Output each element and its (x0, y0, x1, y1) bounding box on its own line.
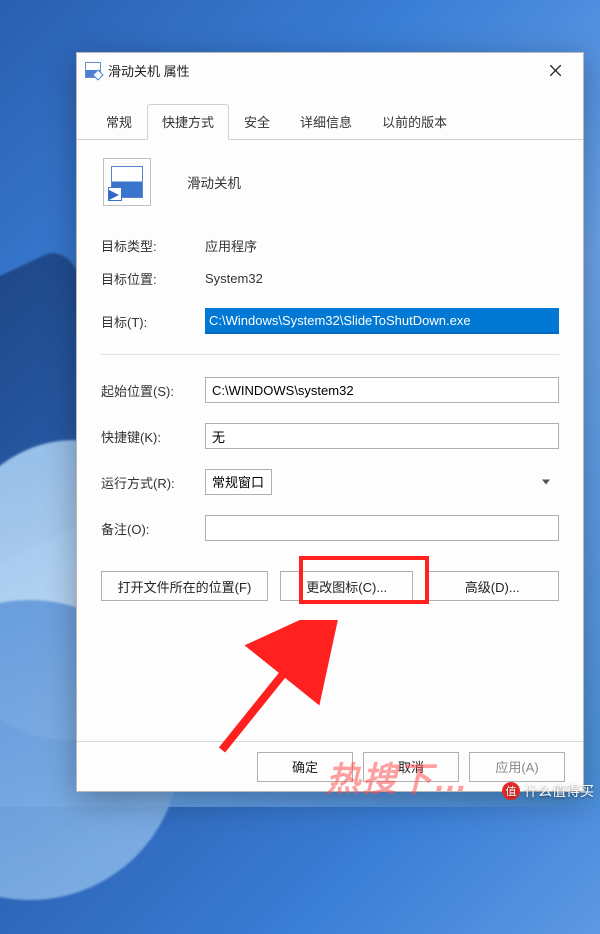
tab-general[interactable]: 常规 (91, 104, 147, 140)
shortcut-icon (85, 62, 101, 78)
icon-name-row: 滑动关机 (103, 158, 559, 206)
label-target-type: 目标类型: (101, 236, 205, 255)
advanced-button[interactable]: 高级(D)... (425, 571, 559, 601)
value-target-type: 应用程序 (205, 236, 257, 255)
apply-button[interactable]: 应用(A) (469, 752, 565, 782)
target-input[interactable] (205, 308, 559, 334)
open-file-location-button[interactable]: 打开文件所在的位置(F) (101, 571, 268, 601)
row-shortcut-key: 快捷键(K): (101, 423, 559, 449)
row-target-type: 目标类型: 应用程序 (101, 236, 559, 255)
smzdm-badge-icon: 值 (502, 782, 520, 800)
tab-previous-versions[interactable]: 以前的版本 (367, 104, 462, 140)
watermark-text: 热搜下… (326, 752, 470, 801)
tabstrip: 常规 快捷方式 安全 详细信息 以前的版本 (77, 103, 583, 140)
label-run-mode: 运行方式(R): (101, 473, 205, 492)
row-run-mode: 运行方式(R): 常规窗口 (101, 469, 559, 495)
dialog-title: 滑动关机 属性 (108, 61, 533, 80)
comment-input[interactable] (205, 515, 559, 541)
shortcut-large-icon (103, 158, 151, 206)
label-target: 目标(T): (101, 312, 205, 331)
properties-dialog: 滑动关机 属性 常规 快捷方式 安全 详细信息 以前的版本 滑动关机 目标类型:… (76, 52, 584, 792)
row-target: 目标(T): (101, 308, 559, 334)
change-icon-button[interactable]: 更改图标(C)... (280, 571, 414, 601)
mid-button-row: 打开文件所在的位置(F) 更改图标(C)... 高级(D)... (101, 571, 559, 601)
label-shortcut-key: 快捷键(K): (101, 427, 205, 446)
close-button[interactable] (533, 56, 577, 84)
tab-security[interactable]: 安全 (229, 104, 285, 140)
tab-content: 滑动关机 目标类型: 应用程序 目标位置: System32 目标(T): 起始… (77, 140, 583, 621)
row-target-location: 目标位置: System32 (101, 269, 559, 288)
smzdm-text: 什么值得买 (524, 781, 594, 801)
label-start-in: 起始位置(S): (101, 381, 205, 400)
shortcut-name: 滑动关机 (187, 172, 241, 192)
shortcut-key-input[interactable] (205, 423, 559, 449)
row-comment: 备注(O): (101, 515, 559, 541)
run-mode-select[interactable]: 常规窗口 (205, 469, 272, 495)
start-in-input[interactable] (205, 377, 559, 403)
close-icon (550, 65, 561, 76)
label-comment: 备注(O): (101, 519, 205, 538)
tab-shortcut[interactable]: 快捷方式 (147, 104, 229, 140)
tab-details[interactable]: 详细信息 (285, 104, 367, 140)
divider (101, 354, 559, 355)
label-target-location: 目标位置: (101, 269, 205, 288)
value-target-location: System32 (205, 271, 263, 286)
watermark-smzdm: 值 什么值得买 (502, 781, 594, 801)
row-start-in: 起始位置(S): (101, 377, 559, 403)
titlebar[interactable]: 滑动关机 属性 (77, 53, 583, 87)
